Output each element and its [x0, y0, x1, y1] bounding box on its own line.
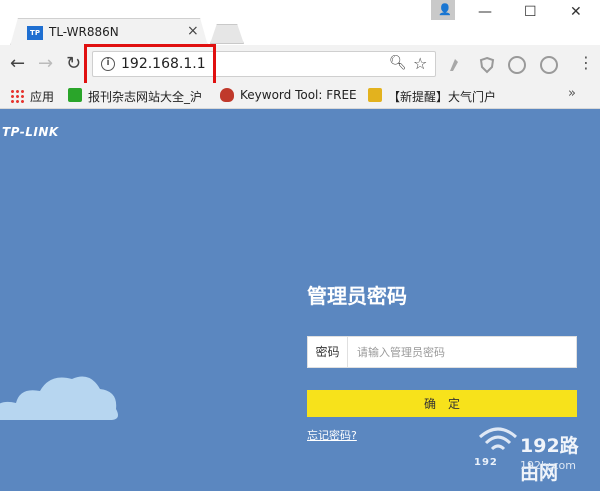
address-url[interactable]: 192.168.1.1 [121, 56, 206, 72]
user-icon: 👤 [438, 3, 452, 16]
browser-tab[interactable]: TP TL-WR886N × [10, 18, 208, 46]
bookmark-newspaper[interactable]: 报刊杂志网站大全_沪 [88, 88, 202, 105]
browser-menu-icon[interactable]: ⋮ [578, 53, 594, 72]
tp-link-logo: TP-LINK [2, 125, 59, 139]
forward-arrow-icon[interactable]: → [38, 53, 53, 74]
zoom-icon[interactable]: 🔍︎ [389, 55, 407, 71]
bookmarks-bar: 应用 报刊杂志网站大全_沪 Keyword Tool: FREE 【新提醒】大气… [0, 83, 600, 109]
password-label: 密码 [308, 337, 348, 367]
watermark: 192路由网 192 192ly.com [468, 421, 596, 484]
flame-icon [220, 88, 234, 102]
site-info-icon[interactable]: i [101, 57, 115, 71]
watermark-sub-left: 192 [474, 457, 498, 468]
reload-icon[interactable]: ↻ [66, 53, 81, 74]
extension-circle-2-icon[interactable] [540, 56, 558, 74]
minimize-button[interactable]: — [478, 4, 492, 20]
trophy-icon [368, 88, 382, 102]
forgot-password-link[interactable]: 忘记密码? [307, 427, 357, 443]
bookmarks-more-icon[interactable]: » [568, 86, 576, 101]
maximize-button[interactable]: ☐ [524, 4, 537, 20]
user-profile-button[interactable]: 👤 [431, 0, 455, 20]
bookmark-apps[interactable]: 应用 [30, 88, 54, 105]
tab-title: TL-WR886N [49, 25, 119, 39]
close-window-button[interactable]: ✕ [570, 4, 582, 20]
cloud-icon [0, 376, 118, 420]
login-title: 管理员密码 [307, 284, 407, 308]
extension-shield-icon[interactable] [478, 56, 496, 74]
password-field-group: 密码 [307, 336, 577, 368]
browser-tab-strip: TP TL-WR886N × 👤 — ☐ ✕ [0, 0, 600, 46]
bookmark-star-icon[interactable]: ☆ [413, 54, 427, 73]
new-tab-button[interactable] [210, 24, 244, 44]
password-input[interactable] [349, 337, 576, 367]
browser-toolbar: ← → ↻ i 192.168.1.1 🔍︎ ☆ ⋮ [0, 45, 600, 83]
tp-link-favicon-icon: TP [27, 26, 43, 40]
address-bar[interactable]: i 192.168.1.1 🔍︎ ☆ [92, 51, 436, 77]
extension-pen-icon[interactable] [446, 56, 464, 74]
extension-circle-icon[interactable] [508, 56, 526, 74]
bookmark-keyword-tool[interactable]: Keyword Tool: FREE [240, 88, 357, 102]
wifi-logo-icon [479, 427, 517, 451]
back-arrow-icon[interactable]: ← [10, 53, 25, 74]
bookmark-daqi[interactable]: 【新提醒】大气门户 [388, 88, 496, 105]
watermark-sub-right: 192ly.com [520, 459, 576, 472]
apps-icon [10, 89, 24, 103]
tab-close-icon[interactable]: × [187, 23, 199, 39]
green-c-icon [68, 88, 82, 102]
watermark-main: 192路由网 [520, 435, 579, 484]
router-login-page: TP-LINK 管理员密码 密码 确定 忘记密码? 192路由网 192 192… [0, 109, 600, 491]
confirm-button[interactable]: 确定 [307, 390, 577, 417]
